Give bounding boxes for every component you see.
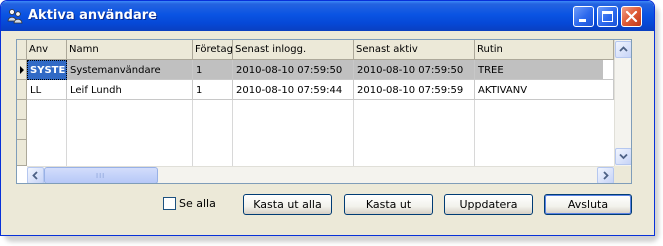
maximize-button[interactable] (597, 6, 618, 27)
show-all-checkbox[interactable] (163, 197, 176, 210)
chevron-left-icon (32, 171, 38, 180)
cell-rutin[interactable]: TREE (475, 60, 614, 80)
users-icon (7, 9, 23, 24)
cell-anv[interactable]: LL (27, 80, 67, 100)
minimize-icon (579, 19, 586, 22)
close-button[interactable] (621, 6, 642, 27)
cell-senast-aktiv[interactable]: 2010-08-10 07:59:59 (354, 80, 475, 100)
table-row[interactable]: LL Leif Lundh 1 2010-08-10 07:59:44 2010… (27, 80, 614, 100)
grid-corner (17, 40, 27, 60)
cell-namn[interactable]: Systemanvändare (67, 60, 193, 80)
show-all-label[interactable]: Se alla (179, 197, 216, 210)
cell-senast-inlogg[interactable]: 2010-08-10 07:59:44 (233, 80, 354, 100)
scroll-left-button[interactable] (27, 167, 44, 183)
scroll-down-button[interactable] (615, 148, 631, 165)
row-header (17, 140, 27, 166)
maximize-icon (602, 11, 613, 22)
cell-namn[interactable]: Leif Lundh (67, 80, 193, 100)
exit-button[interactable]: Avsluta (544, 194, 632, 215)
minimize-button[interactable] (573, 6, 594, 27)
column-header-senast-inlogg[interactable]: Senast inlogg. (233, 40, 354, 60)
row-header (17, 100, 27, 120)
column-header-namn[interactable]: Namn (67, 40, 193, 60)
horizontal-scrollbar[interactable]: III (27, 166, 614, 183)
column-header-senast-aktiv[interactable]: Senast aktiv (354, 40, 475, 60)
cell-rutin[interactable]: AKTIVANV (475, 80, 614, 100)
window-title: Aktiva användare (28, 8, 157, 23)
kick-button[interactable]: Kasta ut (344, 194, 433, 215)
cell-foretag[interactable]: 1 (193, 80, 233, 100)
cell-senast-inlogg[interactable]: 2010-08-10 07:59:50 (233, 60, 354, 80)
horizontal-scroll-thumb[interactable]: III (44, 167, 158, 183)
table-row[interactable]: SYSTE Systemanvändare 1 2010-08-10 07:59… (27, 60, 614, 80)
chevron-down-icon (619, 153, 628, 160)
scroll-up-button[interactable] (615, 41, 631, 58)
scrollbar-corner (614, 166, 631, 183)
vertical-scrollbar[interactable] (614, 40, 631, 166)
users-grid[interactable]: Anv Namn Företag Senast inlogg. Senast a… (16, 39, 632, 184)
row-header[interactable] (17, 80, 27, 100)
cell-foretag[interactable]: 1 (193, 60, 233, 80)
title-bar[interactable]: Aktiva användare (1, 1, 654, 31)
kick-all-button[interactable]: Kasta ut alla (243, 194, 332, 215)
column-header-anv[interactable]: Anv (27, 40, 67, 60)
row-header-selected[interactable] (17, 60, 27, 80)
current-row-arrow-icon (20, 66, 24, 74)
cell-anv[interactable]: SYSTE (27, 60, 67, 80)
close-icon (625, 10, 638, 23)
dialog-window: Aktiva användare Anv Namn Företag Senast… (0, 0, 655, 236)
empty-grid-area (27, 100, 614, 166)
scroll-right-button[interactable] (597, 167, 614, 183)
column-header-foretag[interactable]: Företag (193, 40, 233, 60)
refresh-button[interactable]: Uppdatera (444, 194, 533, 215)
row-header (17, 120, 27, 140)
chevron-up-icon (619, 46, 628, 52)
cell-senast-aktiv[interactable]: 2010-08-10 07:59:50 (354, 60, 475, 80)
chevron-right-icon (603, 171, 609, 180)
scroll-grip-icon: III (96, 172, 106, 180)
column-header-rutin[interactable]: Rutin (475, 40, 614, 60)
